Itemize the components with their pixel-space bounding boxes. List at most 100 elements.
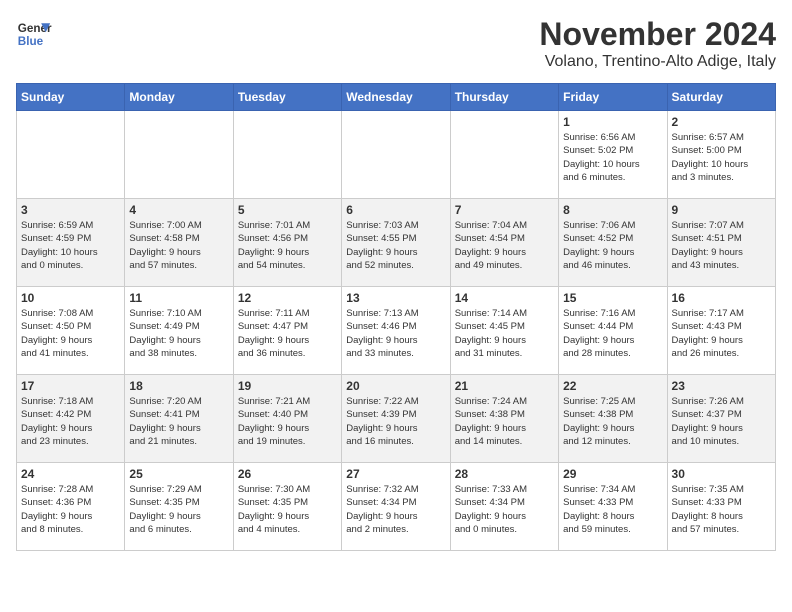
calendar-cell: 12Sunrise: 7:11 AM Sunset: 4:47 PM Dayli… — [233, 287, 341, 375]
day-number: 8 — [563, 203, 662, 217]
day-number: 2 — [672, 115, 771, 129]
calendar-cell: 1Sunrise: 6:56 AM Sunset: 5:02 PM Daylig… — [559, 111, 667, 199]
day-number: 10 — [21, 291, 120, 305]
calendar-cell: 3 Sunrise: 6:59 AM Sunset: 4:59 PM Daylig… — [17, 199, 125, 287]
location-subtitle: Volano, Trentino-Alto Adige, Italy — [539, 53, 776, 71]
day-info: Sunrise: 7:16 AM Sunset: 4:44 PM Dayligh… — [563, 307, 662, 360]
day-number: 6 — [346, 203, 445, 217]
day-number: 17 — [21, 379, 120, 393]
day-number: 29 — [563, 467, 662, 481]
day-info: Sunrise: 7:08 AM Sunset: 4:50 PM Dayligh… — [21, 307, 120, 360]
day-number: 14 — [455, 291, 554, 305]
calendar-cell: 25Sunrise: 7:29 AM Sunset: 4:35 PM Dayli… — [125, 463, 233, 551]
calendar-cell: 4 Sunrise: 7:00 AM Sunset: 4:58 PM Daylig… — [125, 199, 233, 287]
calendar-cell: 16Sunrise: 7:17 AM Sunset: 4:43 PM Dayli… — [667, 287, 775, 375]
day-number: 20 — [346, 379, 445, 393]
day-info: Sunrise: 7:22 AM Sunset: 4:39 PM Dayligh… — [346, 395, 445, 448]
week-row-1: 1Sunrise: 6:56 AM Sunset: 5:02 PM Daylig… — [17, 111, 776, 199]
day-info: Sunrise: 7:03 AM Sunset: 4:55 PM Dayligh… — [346, 219, 445, 272]
month-title: November 2024 — [539, 16, 776, 53]
calendar-cell: 27 Sunrise: 7:32 AM Sunset: 4:34 PM Dayli… — [342, 463, 450, 551]
day-info: Sunrise: 7:07 AM Sunset: 4:51 PM Dayligh… — [672, 219, 771, 272]
day-number: 27 — [346, 467, 445, 481]
day-info: Sunrise: 6:57 AM Sunset: 5:00 PM Dayligh… — [672, 131, 771, 184]
day-info: Sunrise: 7:06 AM Sunset: 4:52 PM Dayligh… — [563, 219, 662, 272]
day-info: Sunrise: 7:28 AM Sunset: 4:36 PM Dayligh… — [21, 483, 120, 536]
week-row-3: 10 Sunrise: 7:08 AM Sunset: 4:50 PM Dayli… — [17, 287, 776, 375]
svg-text:Blue: Blue — [18, 35, 44, 48]
day-number: 30 — [672, 467, 771, 481]
calendar-cell — [450, 111, 558, 199]
day-info: Sunrise: 7:01 AM Sunset: 4:56 PM Dayligh… — [238, 219, 337, 272]
day-info: Sunrise: 7:21 AM Sunset: 4:40 PM Dayligh… — [238, 395, 337, 448]
calendar-cell: 15 Sunrise: 7:16 AM Sunset: 4:44 PM Dayli… — [559, 287, 667, 375]
day-number: 1 — [563, 115, 662, 129]
calendar-cell: 29 Sunrise: 7:34 AM Sunset: 4:33 PM Dayli… — [559, 463, 667, 551]
day-info: Sunrise: 7:34 AM Sunset: 4:33 PM Dayligh… — [563, 483, 662, 536]
day-header-sunday: Sunday — [17, 84, 125, 111]
day-number: 5 — [238, 203, 337, 217]
day-info: Sunrise: 7:32 AM Sunset: 4:34 PM Dayligh… — [346, 483, 445, 536]
calendar-header-row: SundayMondayTuesdayWednesdayThursdayFrid… — [17, 84, 776, 111]
calendar-cell: 6 Sunrise: 7:03 AM Sunset: 4:55 PM Daylig… — [342, 199, 450, 287]
day-info: Sunrise: 7:25 AM Sunset: 4:38 PM Dayligh… — [563, 395, 662, 448]
day-info: Sunrise: 7:26 AM Sunset: 4:37 PM Dayligh… — [672, 395, 771, 448]
calendar-cell: 26Sunrise: 7:30 AM Sunset: 4:35 PM Dayli… — [233, 463, 341, 551]
week-row-4: 17Sunrise: 7:18 AM Sunset: 4:42 PM Dayli… — [17, 375, 776, 463]
calendar-cell: 7 Sunrise: 7:04 AM Sunset: 4:54 PM Daylig… — [450, 199, 558, 287]
calendar-cell: 10 Sunrise: 7:08 AM Sunset: 4:50 PM Dayli… — [17, 287, 125, 375]
day-number: 4 — [129, 203, 228, 217]
day-info: Sunrise: 7:24 AM Sunset: 4:38 PM Dayligh… — [455, 395, 554, 448]
day-number: 28 — [455, 467, 554, 481]
calendar-cell: 13 Sunrise: 7:13 AM Sunset: 4:46 PM Dayli… — [342, 287, 450, 375]
day-info: Sunrise: 7:14 AM Sunset: 4:45 PM Dayligh… — [455, 307, 554, 360]
day-info: Sunrise: 7:30 AM Sunset: 4:35 PM Dayligh… — [238, 483, 337, 536]
logo-icon: General Blue — [16, 16, 52, 52]
day-header-wednesday: Wednesday — [342, 84, 450, 111]
calendar-cell: 28 Sunrise: 7:33 AM Sunset: 4:34 PM Dayli… — [450, 463, 558, 551]
calendar-cell: 19 Sunrise: 7:21 AM Sunset: 4:40 PM Dayli… — [233, 375, 341, 463]
day-number: 11 — [129, 291, 228, 305]
day-header-monday: Monday — [125, 84, 233, 111]
calendar-cell — [233, 111, 341, 199]
day-info: Sunrise: 7:33 AM Sunset: 4:34 PM Dayligh… — [455, 483, 554, 536]
day-info: Sunrise: 7:04 AM Sunset: 4:54 PM Dayligh… — [455, 219, 554, 272]
day-number: 12 — [238, 291, 337, 305]
calendar-cell: 20 Sunrise: 7:22 AM Sunset: 4:39 PM Dayli… — [342, 375, 450, 463]
calendar-cell: 18Sunrise: 7:20 AM Sunset: 4:41 PM Dayli… — [125, 375, 233, 463]
day-info: Sunrise: 7:10 AM Sunset: 4:49 PM Dayligh… — [129, 307, 228, 360]
week-row-5: 24 Sunrise: 7:28 AM Sunset: 4:36 PM Dayli… — [17, 463, 776, 551]
day-info: Sunrise: 6:59 AM Sunset: 4:59 PM Dayligh… — [21, 219, 120, 272]
day-number: 19 — [238, 379, 337, 393]
day-header-saturday: Saturday — [667, 84, 775, 111]
calendar-body: 1Sunrise: 6:56 AM Sunset: 5:02 PM Daylig… — [17, 111, 776, 551]
day-info: Sunrise: 7:13 AM Sunset: 4:46 PM Dayligh… — [346, 307, 445, 360]
week-row-2: 3 Sunrise: 6:59 AM Sunset: 4:59 PM Daylig… — [17, 199, 776, 287]
day-header-tuesday: Tuesday — [233, 84, 341, 111]
day-number: 13 — [346, 291, 445, 305]
day-number: 24 — [21, 467, 120, 481]
logo: General Blue — [16, 16, 52, 52]
calendar-cell: 24 Sunrise: 7:28 AM Sunset: 4:36 PM Dayli… — [17, 463, 125, 551]
day-number: 15 — [563, 291, 662, 305]
day-header-thursday: Thursday — [450, 84, 558, 111]
calendar-cell — [342, 111, 450, 199]
calendar-cell: 5 Sunrise: 7:01 AM Sunset: 4:56 PM Daylig… — [233, 199, 341, 287]
calendar-cell: 21Sunrise: 7:24 AM Sunset: 4:38 PM Dayli… — [450, 375, 558, 463]
day-number: 7 — [455, 203, 554, 217]
calendar-cell: 17Sunrise: 7:18 AM Sunset: 4:42 PM Dayli… — [17, 375, 125, 463]
calendar-cell: 14 Sunrise: 7:14 AM Sunset: 4:45 PM Dayli… — [450, 287, 558, 375]
page-header: General Blue November 2024 Volano, Trent… — [16, 16, 776, 71]
calendar-cell — [17, 111, 125, 199]
day-number: 16 — [672, 291, 771, 305]
day-number: 9 — [672, 203, 771, 217]
day-number: 25 — [129, 467, 228, 481]
day-info: Sunrise: 7:00 AM Sunset: 4:58 PM Dayligh… — [129, 219, 228, 272]
calendar-cell — [125, 111, 233, 199]
calendar-cell: 23Sunrise: 7:26 AM Sunset: 4:37 PM Dayli… — [667, 375, 775, 463]
day-number: 22 — [563, 379, 662, 393]
calendar-cell: 30Sunrise: 7:35 AM Sunset: 4:33 PM Dayli… — [667, 463, 775, 551]
calendar-cell: 2 Sunrise: 6:57 AM Sunset: 5:00 PM Daylig… — [667, 111, 775, 199]
day-number: 18 — [129, 379, 228, 393]
day-number: 3 — [21, 203, 120, 217]
